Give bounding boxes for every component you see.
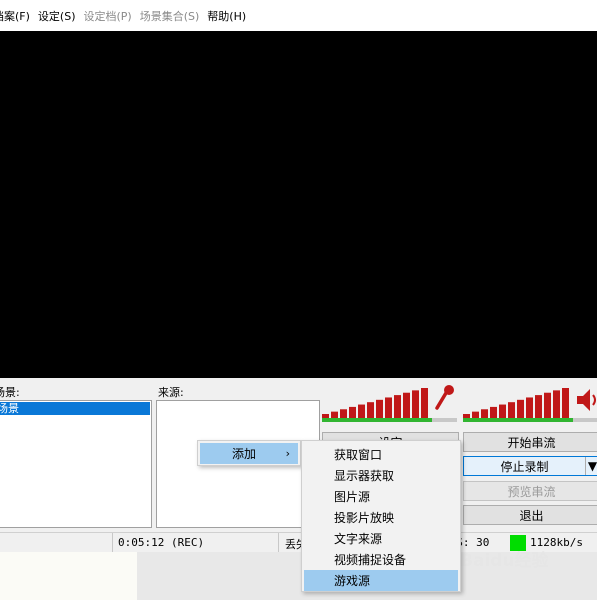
desktop-meter-bar	[499, 404, 506, 418]
submenu-image-source[interactable]: 图片源	[302, 486, 460, 507]
desktop-level-strip-rest	[573, 418, 597, 422]
submenu-item-label: 图片源	[334, 490, 371, 504]
source-context-menu: 添加 ›	[197, 440, 301, 466]
preview-stream-button[interactable]: 预览串流	[463, 481, 597, 501]
scene-item[interactable]: 场景	[0, 402, 150, 415]
mic-level-strip-rest	[432, 418, 457, 422]
submenu-slideshow[interactable]: 投影片放映	[302, 507, 460, 528]
desktop-meter-bar	[562, 388, 569, 418]
status-time: 0:05:12 (REC)	[118, 536, 205, 549]
submenu-monitor-capture[interactable]: 显示器获取	[302, 465, 460, 486]
submenu-text-source[interactable]: 文字来源	[302, 528, 460, 549]
scenes-label: 场景:	[0, 386, 20, 399]
desktop-meter-bar	[544, 392, 551, 418]
mic-level-strip	[322, 418, 432, 422]
microphone-icon[interactable]	[432, 384, 456, 417]
menu-bar: 档案(F) 设定(S) 设定档(P) 场景集合(S) 帮助(H)	[0, 0, 597, 31]
desktop-meter-bar	[481, 409, 488, 418]
desktop-meter-bars	[463, 388, 569, 418]
desktop-background-left	[0, 552, 137, 600]
desktop-meter-bar	[535, 395, 542, 418]
context-menu-add-label: 添加	[232, 447, 257, 461]
submenu-item-label: 显示器获取	[334, 469, 395, 483]
submenu-item-label: 游戏源	[334, 574, 371, 588]
submenu-item-label: 视频捕捉设备	[334, 553, 407, 567]
menu-file[interactable]: 档案(F)	[0, 8, 38, 24]
submenu-item-label: 文字来源	[334, 532, 383, 546]
stop-record-button[interactable]: 停止录制 ▼	[463, 456, 597, 476]
submenu-video-capture-device[interactable]: 视频捕捉设备	[302, 549, 460, 570]
desktop-meter-bar	[490, 406, 497, 418]
speaker-icon[interactable]	[575, 386, 597, 417]
submenu-window-capture[interactable]: 获取窗口	[302, 444, 460, 465]
menu-help[interactable]: 帮助(H)	[207, 8, 253, 24]
mic-meter-bar	[403, 392, 410, 418]
mic-meter-bar	[394, 395, 401, 418]
status-separator	[112, 533, 113, 553]
mic-meter-bar	[412, 390, 419, 418]
watermark: Baidu经验	[460, 551, 549, 571]
desktop-meter-bar	[517, 399, 524, 418]
mic-meter-bar	[421, 388, 428, 418]
submenu-item-label: 投影片放映	[334, 511, 395, 525]
mic-meter-bar	[376, 399, 383, 418]
desktop-meter-bar	[553, 390, 560, 418]
scenes-list[interactable]: 场景	[0, 400, 152, 528]
sources-label: 来源:	[158, 386, 184, 399]
mic-meter-bars	[322, 388, 428, 418]
desktop-meter-bar	[526, 397, 533, 418]
mic-meter-bar	[367, 402, 374, 418]
menu-profiles[interactable]: 设定档(P)	[84, 8, 140, 24]
mic-meter-bar	[349, 406, 356, 418]
desktop-level-strip	[463, 418, 573, 422]
status-separator	[278, 533, 279, 553]
submenu-item-label: 获取窗口	[334, 448, 383, 462]
context-menu-add[interactable]: 添加 ›	[200, 443, 298, 464]
add-source-submenu: 获取窗口 显示器获取 图片源 投影片放映 文字来源 视频捕捉设备 游戏源	[301, 440, 461, 592]
desktop-meter-bar	[508, 402, 515, 418]
desktop-meter	[463, 384, 597, 424]
dropdown-arrow-icon[interactable]: ▼	[585, 457, 597, 475]
menu-settings[interactable]: 设定(S)	[38, 8, 84, 24]
exit-button[interactable]: 退出	[463, 505, 597, 525]
submenu-game-source[interactable]: 游戏源	[304, 570, 458, 591]
preview-area[interactable]	[0, 31, 597, 378]
chevron-right-icon: ›	[285, 447, 290, 460]
mic-meter-bar	[358, 404, 365, 418]
mic-meter	[322, 384, 457, 424]
mic-meter-bar	[340, 409, 347, 418]
stop-record-label: 停止录制	[500, 459, 549, 474]
start-stream-button[interactable]: 开始串流	[463, 432, 597, 452]
mic-meter-bar	[385, 397, 392, 418]
menu-scene-collection[interactable]: 场景集合(S)	[140, 8, 208, 24]
